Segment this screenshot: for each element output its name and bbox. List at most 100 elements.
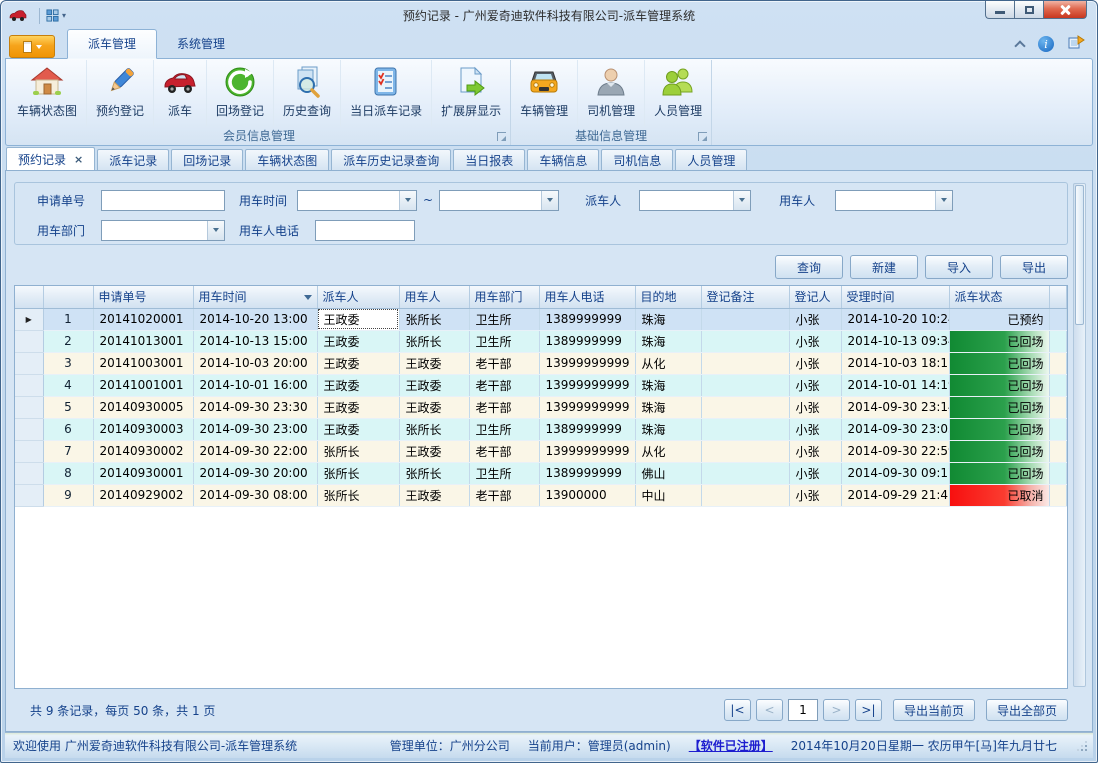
ribbon-tab-dispatch-management[interactable]: 派车管理	[67, 29, 157, 59]
doc-tab-dispatch-history-query[interactable]: 派车历史记录查询	[331, 149, 451, 170]
column-header[interactable]: 登记备注	[701, 286, 789, 308]
doc-tab-vehicle-status-map[interactable]: 车辆状态图	[245, 149, 329, 170]
cell[interactable]: 珠海	[635, 308, 701, 330]
cell[interactable]: 小张	[789, 418, 841, 440]
ribbon-item-reservation-register[interactable]: 预约登记	[87, 60, 154, 126]
cell[interactable]: 2014-09-30 22:59	[841, 440, 949, 462]
cell[interactable]: 2014-10-01 16:00	[193, 374, 317, 396]
cell[interactable]: 13999999999	[539, 352, 635, 374]
column-header[interactable]: 用车时间	[193, 286, 317, 308]
chevron-down-icon[interactable]	[541, 191, 558, 210]
cell[interactable]: 从化	[635, 352, 701, 374]
cell[interactable]: 1389999999	[539, 308, 635, 330]
cell[interactable]: 张所长	[317, 484, 399, 506]
cell[interactable]: 2014-09-30 20:00	[193, 462, 317, 484]
maximize-button[interactable]	[1014, 1, 1043, 19]
export-all-pages-button[interactable]: 导出全部页	[986, 699, 1068, 721]
user-combo[interactable]	[835, 190, 953, 211]
cell[interactable]: 13900000	[539, 484, 635, 506]
cell[interactable]: 20141013001	[93, 330, 193, 352]
export-current-page-button[interactable]: 导出当前页	[893, 699, 975, 721]
dialog-launcher-icon[interactable]	[497, 132, 506, 141]
doc-tab-reservation-records[interactable]: 预约记录×	[6, 147, 95, 170]
cell[interactable]: 张所长	[399, 330, 469, 352]
cell[interactable]	[701, 418, 789, 440]
cell[interactable]	[701, 374, 789, 396]
ribbon-item-driver-management[interactable]: 司机管理	[578, 60, 645, 126]
close-button[interactable]	[1043, 1, 1087, 19]
cell[interactable]: 王政委	[399, 440, 469, 462]
doc-tab-daily-report[interactable]: 当日报表	[453, 149, 525, 170]
query-button[interactable]: 查询	[775, 255, 843, 279]
cell[interactable]: 2014-09-30 23:00	[193, 418, 317, 440]
app-logo-car-icon[interactable]	[9, 9, 27, 22]
new-button[interactable]: 新建	[850, 255, 918, 279]
cell[interactable]: 中山	[635, 484, 701, 506]
cell[interactable]: 老干部	[469, 440, 539, 462]
cell[interactable]: 2014-10-20 13:00	[193, 308, 317, 330]
table-row[interactable]: 2201410130012014-10-13 15:00王政委张所长卫生所138…	[15, 330, 1067, 352]
resize-grip[interactable]	[1075, 739, 1089, 753]
cell[interactable]: 小张	[789, 462, 841, 484]
cell[interactable]: 张所长	[317, 462, 399, 484]
cell[interactable]: 2014-10-01 14:19	[841, 374, 949, 396]
cell[interactable]: 2014-09-29 21:47	[841, 484, 949, 506]
cell[interactable]: 张所长	[317, 440, 399, 462]
cell[interactable]: 2014-09-30 23:30	[193, 396, 317, 418]
cell[interactable]: 2014-10-13 09:34	[841, 330, 949, 352]
ribbon-item-extend-screen-display[interactable]: 扩展屏显示	[432, 60, 510, 126]
table-row[interactable]: 5201409300052014-09-30 23:30王政委王政委老干部139…	[15, 396, 1067, 418]
ribbon-tab-system-management[interactable]: 系统管理	[157, 30, 245, 58]
cell[interactable]: 2014-10-13 15:00	[193, 330, 317, 352]
app-menu-button[interactable]	[9, 35, 55, 58]
table-row[interactable]: 6201409300032014-09-30 23:00王政委张所长卫生所138…	[15, 418, 1067, 440]
chevron-down-icon[interactable]	[207, 221, 224, 240]
prev-page-button[interactable]: <	[756, 699, 783, 721]
cell[interactable]: 13999999999	[539, 440, 635, 462]
cell[interactable]: 王政委	[399, 374, 469, 396]
cell[interactable]: 珠海	[635, 374, 701, 396]
cell[interactable]: 小张	[789, 396, 841, 418]
cell[interactable]: 2014-09-30 22:00	[193, 440, 317, 462]
table-row[interactable]: 4201410010012014-10-01 16:00王政委王政委老干部139…	[15, 374, 1067, 396]
column-header[interactable]: 目的地	[635, 286, 701, 308]
cell[interactable]: 小张	[789, 374, 841, 396]
cell[interactable]: 13999999999	[539, 374, 635, 396]
dispatcher-combo[interactable]	[639, 190, 751, 211]
cell[interactable]: 张所长	[399, 462, 469, 484]
ribbon-item-vehicle-management[interactable]: 车辆管理	[511, 60, 578, 126]
collapse-ribbon-icon[interactable]	[1014, 40, 1025, 51]
cell[interactable]: 1389999999	[539, 462, 635, 484]
cell[interactable]: 张所长	[399, 308, 469, 330]
table-row[interactable]: 9201409290022014-09-30 08:00张所长王政委老干部139…	[15, 484, 1067, 506]
cell[interactable]	[701, 352, 789, 374]
cell[interactable]: 卫生所	[469, 462, 539, 484]
cell[interactable]: 2014-09-30 08:00	[193, 484, 317, 506]
cell[interactable]: 王政委	[399, 484, 469, 506]
user-phone-input[interactable]	[315, 220, 415, 241]
cell[interactable]: 卫生所	[469, 330, 539, 352]
cell[interactable]	[701, 396, 789, 418]
info-icon[interactable]: i	[1038, 36, 1054, 52]
cell[interactable]: 张所长	[399, 418, 469, 440]
cell[interactable]: 20141020001	[93, 308, 193, 330]
page-number-input[interactable]	[788, 699, 818, 721]
cell[interactable]	[701, 330, 789, 352]
cell[interactable]: 13999999999	[539, 396, 635, 418]
column-header[interactable]: 用车部门	[469, 286, 539, 308]
minimize-button[interactable]	[985, 1, 1014, 19]
doc-tab-dispatch-records[interactable]: 派车记录	[97, 149, 169, 170]
cell[interactable]: 老干部	[469, 396, 539, 418]
column-header[interactable]: 受理时间	[841, 286, 949, 308]
cell[interactable]: 20140929002	[93, 484, 193, 506]
cell[interactable]: 小张	[789, 440, 841, 462]
software-registered-link[interactable]: 【软件已注册】	[689, 737, 773, 754]
table-row[interactable]: ▶ 1201410200012014-10-20 13:00王政委张所长卫生所1…	[15, 308, 1067, 330]
cell[interactable]: 小张	[789, 308, 841, 330]
cell[interactable]: 2014-09-30 23:14	[841, 396, 949, 418]
cell[interactable]: 老干部	[469, 374, 539, 396]
cell[interactable]: 佛山	[635, 462, 701, 484]
next-page-button[interactable]: >	[823, 699, 850, 721]
ribbon-item-today-dispatch-records[interactable]: 当日派车记录	[341, 60, 432, 126]
last-page-button[interactable]: >|	[855, 699, 882, 721]
